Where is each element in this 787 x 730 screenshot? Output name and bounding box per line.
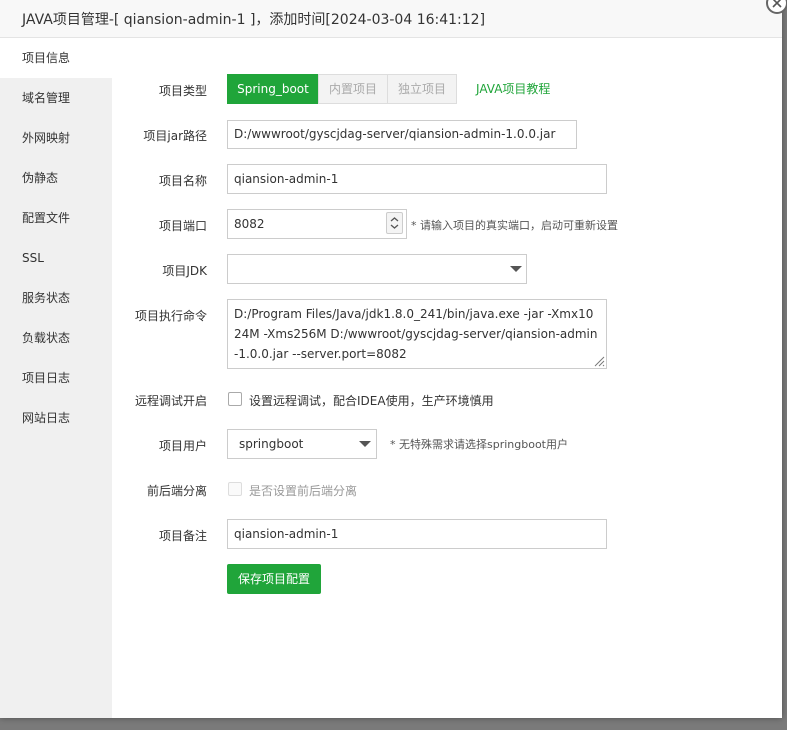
remote-debug-text: 设置远程调试，配合IDEA使用，生产环境慎用 xyxy=(249,394,494,408)
project-name-label: 项目名称 xyxy=(158,174,207,188)
user-hint: * 无特殊需求请选择springboot用户 xyxy=(390,438,568,451)
project-name-input[interactable]: qiansion-admin-1 xyxy=(227,164,607,194)
sidebar-item-project-info[interactable]: 项目信息 xyxy=(0,38,112,78)
separation-text: 是否设置前后端分离 xyxy=(249,484,358,498)
port-stepper[interactable] xyxy=(386,212,403,234)
user-label: 项目用户 xyxy=(158,439,207,453)
close-icon xyxy=(772,0,782,8)
port-input[interactable]: 8082 xyxy=(227,209,407,239)
resize-grip-icon[interactable] xyxy=(593,355,605,367)
remark-label: 项目备注 xyxy=(158,529,207,543)
type-springboot-button[interactable]: Spring_boot xyxy=(227,74,319,104)
sidebar-item-external-mapping[interactable]: 外网映射 xyxy=(0,118,112,158)
sidebar-item-load-status[interactable]: 负载状态 xyxy=(0,318,112,358)
sidebar-item-site-log[interactable]: 网站日志 xyxy=(0,398,112,438)
sidebar-item-config-file[interactable]: 配置文件 xyxy=(0,198,112,238)
jar-path-label: 项目jar路径 xyxy=(143,129,207,143)
jdk-select[interactable] xyxy=(227,254,527,284)
command-text: D:/Program Files/Java/jdk1.8.0_241/bin/j… xyxy=(234,307,598,361)
java-tutorial-link[interactable]: JAVA项目教程 xyxy=(476,80,550,97)
remote-debug-checkbox[interactable] xyxy=(228,392,242,406)
sidebar-item-service-status[interactable]: 服务状态 xyxy=(0,278,112,318)
remote-debug-label: 远程调试开启 xyxy=(134,394,207,408)
dialog-title: JAVA项目管理-[ qiansion-admin-1 ]，添加时间[2024-… xyxy=(22,12,486,28)
separation-label: 前后端分离 xyxy=(146,484,207,498)
save-button[interactable]: 保存项目配置 xyxy=(227,564,321,594)
user-select[interactable]: springboot xyxy=(227,429,377,459)
port-label: 项目端口 xyxy=(158,219,207,233)
jdk-label: 项目JDK xyxy=(162,264,207,278)
sidebar-item-domain[interactable]: 域名管理 xyxy=(0,78,112,118)
sidebar: 项目信息 域名管理 外网映射 伪静态 配置文件 SSL 服务状态 负载状态 项目… xyxy=(0,38,112,718)
stepper-arrows-icon xyxy=(390,217,399,229)
remark-input[interactable]: qiansion-admin-1 xyxy=(227,519,607,549)
command-textarea[interactable]: D:/Program Files/Java/jdk1.8.0_241/bin/j… xyxy=(227,299,607,369)
user-select-value: springboot xyxy=(239,437,304,451)
separation-checkbox[interactable] xyxy=(228,482,242,496)
jar-path-input[interactable]: D:/wwwroot/gyscjdag-server/qiansion-admi… xyxy=(227,120,577,149)
sidebar-item-project-log[interactable]: 项目日志 xyxy=(0,358,112,398)
sidebar-item-rewrite[interactable]: 伪静态 xyxy=(0,158,112,198)
chevron-down-icon xyxy=(510,266,522,272)
chevron-down-icon xyxy=(359,441,371,447)
sidebar-item-ssl[interactable]: SSL xyxy=(0,238,112,278)
project-type-label: 项目类型 xyxy=(158,84,207,98)
project-dialog: JAVA项目管理-[ qiansion-admin-1 ]，添加时间[2024-… xyxy=(0,0,782,718)
type-standalone-button[interactable]: 独立项目 xyxy=(387,74,457,104)
port-hint: * 请输入项目的真实端口，启动可重新设置 xyxy=(411,219,618,232)
command-label: 项目执行命令 xyxy=(134,309,207,323)
type-builtin-button[interactable]: 内置项目 xyxy=(318,74,388,104)
dialog-titlebar: JAVA项目管理-[ qiansion-admin-1 ]，添加时间[2024-… xyxy=(0,0,782,38)
